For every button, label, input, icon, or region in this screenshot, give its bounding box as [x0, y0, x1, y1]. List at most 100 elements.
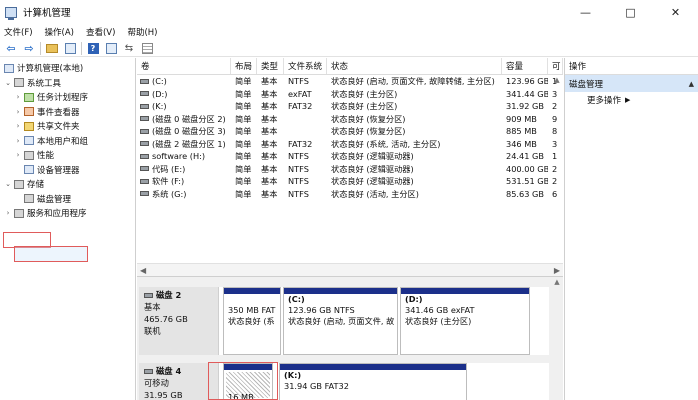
- console-icon[interactable]: [104, 41, 118, 55]
- table-cell: NTFS: [288, 151, 309, 162]
- connect-icon[interactable]: ⇆: [122, 41, 136, 55]
- table-cell: 123.96 GB: [506, 76, 548, 87]
- title-bar: 计算机管理 — □ ✕: [0, 0, 698, 24]
- scroll-right-icon[interactable]: ▶: [551, 266, 563, 275]
- disk-map: 磁盘 2 基本 465.76 GB 联机 350 MB FAT 状态良好 (系 …: [137, 276, 563, 400]
- folder-icon[interactable]: [45, 41, 59, 55]
- table-row[interactable]: (K:) 简单 基本 FAT32 状态良好 (主分区) 31.92 GB 2: [137, 100, 563, 113]
- scroll-up-icon[interactable]: ▲: [551, 75, 563, 85]
- forward-arrow-icon[interactable]: ⇨: [22, 41, 36, 55]
- table-cell: software (H:): [137, 151, 231, 161]
- tree-root[interactable]: 计算机管理(本地): [0, 61, 135, 76]
- volume-icon: [140, 91, 149, 97]
- properties-icon[interactable]: [140, 41, 154, 55]
- chevron-right-icon[interactable]: ›: [14, 137, 22, 145]
- table-cell: (磁盘 0 磁盘分区 2): [137, 113, 231, 125]
- table-row[interactable]: software (H:) 简单 基本 NTFS 状态良好 (逻辑驱动器) 24.41 G…: [137, 150, 563, 163]
- console-tree-icon[interactable]: [63, 41, 77, 55]
- disk-2-partition-efi[interactable]: 350 MB FAT 状态良好 (系: [223, 287, 281, 355]
- disk-2-partition-d[interactable]: (D:) 341.46 GB exFAT 状态良好 (主分区): [400, 287, 530, 355]
- actions-pane: 操作 磁盘管理 ▲ 更多操作 ▶: [564, 58, 698, 400]
- column-header-capacity[interactable]: 容量: [502, 58, 548, 74]
- table-row[interactable]: (磁盘 0 磁盘分区 3) 简单 基本 状态良好 (恢复分区) 885 MB 8: [137, 125, 563, 138]
- column-header-status[interactable]: 状态: [327, 58, 502, 74]
- chevron-down-icon[interactable]: ⌄: [4, 79, 12, 87]
- tree-services[interactable]: › 服务和应用程序: [0, 206, 135, 221]
- disk-map-vertical-scrollbar[interactable]: ▲: [551, 277, 563, 400]
- tree-disk-management[interactable]: 磁盘管理: [0, 192, 135, 207]
- disk-icon: [24, 194, 34, 204]
- volume-icon: [140, 116, 149, 122]
- toolbar-separator: [40, 41, 41, 55]
- chevron-right-icon[interactable]: ›: [14, 151, 22, 159]
- menu-file[interactable]: 文件(F): [4, 26, 33, 38]
- disk-4-name: 磁盘 4: [144, 365, 213, 377]
- disk-2-label[interactable]: 磁盘 2 基本 465.76 GB 联机: [139, 287, 219, 355]
- chevron-right-icon[interactable]: ›: [14, 122, 22, 130]
- table-cell: 24.41 GB: [506, 151, 545, 162]
- chevron-down-icon[interactable]: ⌄: [4, 180, 12, 188]
- maximize-button[interactable]: □: [608, 0, 653, 24]
- tree-item-device-manager[interactable]: 设备管理器: [0, 163, 135, 178]
- tree-item-local-users[interactable]: › 本地用户和组: [0, 134, 135, 149]
- scroll-up-icon[interactable]: ▲: [551, 277, 563, 287]
- table-cell: 885 MB: [506, 126, 537, 137]
- column-header-layout[interactable]: 布局: [231, 58, 257, 74]
- tree-storage[interactable]: ⌄ 存储: [0, 177, 135, 192]
- close-button[interactable]: ✕: [653, 0, 698, 24]
- shared-folder-icon: [24, 121, 34, 131]
- tree-item-event-viewer[interactable]: › 事件查看器: [0, 105, 135, 120]
- scroll-left-icon[interactable]: ◀: [137, 266, 149, 275]
- disk-4-partition-k[interactable]: (K:) 31.94 GB FAT32: [279, 363, 467, 400]
- column-header-free[interactable]: 可: [548, 58, 563, 74]
- minimize-button[interactable]: —: [563, 0, 608, 24]
- tree-item-task-scheduler[interactable]: › 任务计划程序: [0, 90, 135, 105]
- computer-icon: [4, 63, 14, 73]
- tree-item-shared-folders[interactable]: › 共享文件夹: [0, 119, 135, 134]
- tree-system-tools[interactable]: ⌄ 系统工具: [0, 76, 135, 91]
- table-cell: NTFS: [288, 176, 309, 187]
- disk-icon: [144, 369, 153, 374]
- table-row[interactable]: 代码 (E:) 简单 基本 NTFS 状态良好 (逻辑驱动器) 400.00 GB 2: [137, 163, 563, 176]
- volume-list-horizontal-scrollbar[interactable]: ◀ ▶: [137, 263, 563, 276]
- window-controls: — □ ✕: [563, 0, 698, 24]
- actions-section-disk-management[interactable]: 磁盘管理 ▲: [565, 75, 698, 92]
- disk-2-partition-c[interactable]: (C:) 123.96 GB NTFS 状态良好 (启动, 页面文件, 故: [283, 287, 398, 355]
- clock-icon: [24, 92, 34, 102]
- center-pane: 卷 布局 类型 文件系统 状态 容量 可 (C:) 简单 基本 NTFS 状态良好 (启…: [137, 58, 563, 400]
- tree-item-performance[interactable]: › 性能: [0, 148, 135, 163]
- help-icon[interactable]: ?: [86, 41, 100, 55]
- disk-management-highlight: [14, 246, 88, 262]
- chevron-right-icon[interactable]: ›: [4, 209, 12, 217]
- table-cell: 531.51 GB: [506, 176, 548, 187]
- table-cell: NTFS: [288, 188, 309, 199]
- table-cell: 400.00 GB: [506, 163, 548, 174]
- table-row[interactable]: (磁盘 2 磁盘分区 1) 简单 基本 FAT32 状态良好 (系统, 活动, 主分区)…: [137, 138, 563, 151]
- column-header-type[interactable]: 类型: [257, 58, 284, 74]
- disk-4-reserved-highlight: [208, 362, 278, 400]
- table-row[interactable]: 系统 (G:) 简单 基本 NTFS 状态良好 (活动, 主分区) 85.63 GB 6: [137, 188, 563, 201]
- menu-help[interactable]: 帮助(H): [127, 26, 157, 38]
- collapse-up-icon[interactable]: ▲: [689, 80, 698, 88]
- volume-list-vertical-scrollbar[interactable]: ▲: [551, 75, 563, 265]
- chevron-right-icon[interactable]: ›: [14, 108, 22, 116]
- disk-4-label[interactable]: 磁盘 4 可移动 31.95 GB: [139, 363, 219, 400]
- table-cell: 状态良好 (逻辑驱动器): [331, 163, 414, 174]
- table-row[interactable]: (磁盘 0 磁盘分区 2) 简单 基本 状态良好 (恢复分区) 909 MB 9: [137, 113, 563, 126]
- volume-icon: [140, 103, 149, 109]
- table-cell: 软件 (F:): [137, 175, 231, 187]
- column-header-volume[interactable]: 卷: [137, 58, 231, 74]
- back-arrow-icon[interactable]: ⇦: [4, 41, 18, 55]
- actions-header: 操作: [565, 58, 698, 75]
- disk-2-panel: 磁盘 2 基本 465.76 GB 联机 350 MB FAT 状态良好 (系 …: [139, 287, 549, 355]
- menu-action[interactable]: 操作(A): [45, 26, 74, 38]
- table-cell: 代码 (E:): [137, 163, 231, 175]
- table-row[interactable]: (D:) 简单 基本 exFAT 状态良好 (主分区) 341.44 GB 3: [137, 88, 563, 101]
- table-row[interactable]: (C:) 简单 基本 NTFS 状态良好 (启动, 页面文件, 故障转储, 主分区) 12…: [137, 75, 563, 88]
- table-row[interactable]: 软件 (F:) 简单 基本 NTFS 状态良好 (逻辑驱动器) 531.51 GB 2: [137, 175, 563, 188]
- menu-view[interactable]: 查看(V): [86, 26, 115, 38]
- table-cell: FAT32: [288, 101, 313, 112]
- chevron-right-icon[interactable]: ›: [14, 93, 22, 101]
- more-actions-item[interactable]: 更多操作 ▶: [565, 92, 698, 107]
- column-header-filesystem[interactable]: 文件系统: [284, 58, 327, 74]
